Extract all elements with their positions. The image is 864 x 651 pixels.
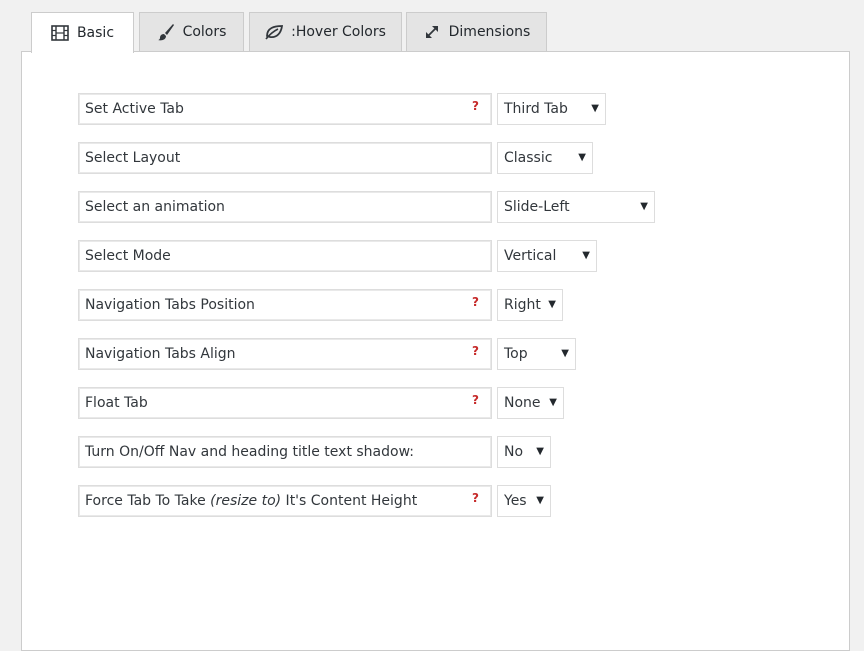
tab-basic-label: Basic (76, 25, 115, 41)
select-value: No (504, 444, 524, 460)
setting-label-box: Force Tab To Take (resize to) It's Conte… (78, 485, 492, 517)
select-value: Top (504, 346, 528, 362)
select-value: Vertical (504, 248, 557, 264)
setting-label-box: Select Layout (78, 142, 492, 174)
select-value: Third Tab (504, 101, 568, 117)
leaf-icon (265, 23, 284, 41)
setting-label: Set Active Tab (85, 101, 184, 117)
float-tab-select[interactable]: None ▼ (497, 387, 564, 419)
chevron-down-icon: ▼ (536, 495, 544, 506)
setting-label: Select Mode (85, 248, 171, 264)
tab-hover-colors-label: :Hover Colors (291, 24, 386, 40)
tab-dimensions-label: Dimensions (448, 24, 531, 40)
mode-select[interactable]: Vertical ▼ (497, 240, 597, 272)
setting-label-box: Navigation Tabs Position ? (78, 289, 492, 321)
setting-label-suffix: It's Content Height (281, 493, 418, 509)
help-icon[interactable]: ? (472, 99, 479, 113)
text-shadow-select[interactable]: No ▼ (497, 436, 551, 468)
nav-align-select[interactable]: Top ▼ (497, 338, 576, 370)
chevron-down-icon: ▼ (640, 201, 648, 212)
tab-hover-colors[interactable]: :Hover Colors (249, 12, 402, 51)
film-icon (51, 24, 69, 42)
tab-bar: Basic Colors :Hover Colors Dimensions (0, 0, 864, 53)
tab-colors[interactable]: Colors (139, 12, 244, 51)
setting-label-box: Turn On/Off Nav and heading title text s… (78, 436, 492, 468)
help-icon[interactable]: ? (472, 344, 479, 358)
chevron-down-icon: ▼ (591, 103, 599, 114)
paint-brush-icon (157, 23, 175, 41)
active-tab-select[interactable]: Third Tab ▼ (497, 93, 606, 125)
chevron-down-icon: ▼ (548, 299, 556, 310)
setting-label: Select an animation (85, 199, 225, 215)
select-value: Yes (504, 493, 527, 509)
setting-label-prefix: Force Tab To Take (85, 493, 211, 509)
setting-label-box: Navigation Tabs Align ? (78, 338, 492, 370)
setting-label: Float Tab (85, 395, 148, 411)
setting-label: Navigation Tabs Position (85, 297, 255, 313)
chevron-down-icon: ▼ (549, 397, 557, 408)
tab-colors-label: Colors (182, 24, 227, 40)
help-icon[interactable]: ? (472, 295, 479, 309)
chevron-down-icon: ▼ (561, 348, 569, 359)
expand-arrows-icon (423, 23, 441, 41)
layout-select[interactable]: Classic ▼ (497, 142, 593, 174)
tab-dimensions[interactable]: Dimensions (406, 12, 547, 51)
nav-position-select[interactable]: Right ▼ (497, 289, 563, 321)
select-value: Right (504, 297, 541, 313)
setting-label: Navigation Tabs Align (85, 346, 236, 362)
help-icon[interactable]: ? (472, 491, 479, 505)
setting-label: Select Layout (85, 150, 181, 166)
setting-label-box: Set Active Tab ? (78, 93, 492, 125)
setting-label: Turn On/Off Nav and heading title text s… (85, 444, 414, 460)
content-height-select[interactable]: Yes ▼ (497, 485, 551, 517)
help-icon[interactable]: ? (472, 393, 479, 407)
tab-basic[interactable]: Basic (31, 12, 134, 53)
select-value: Slide-Left (504, 199, 570, 215)
setting-label-box: Float Tab ? (78, 387, 492, 419)
select-value: Classic (504, 150, 553, 166)
setting-label: Force Tab To Take (resize to) It's Conte… (85, 493, 417, 509)
chevron-down-icon: ▼ (582, 250, 590, 261)
select-value: None (504, 395, 541, 411)
chevron-down-icon: ▼ (578, 152, 586, 163)
setting-label-box: Select an animation (78, 191, 492, 223)
animation-select[interactable]: Slide-Left ▼ (497, 191, 655, 223)
chevron-down-icon: ▼ (536, 446, 544, 457)
setting-label-box: Select Mode (78, 240, 492, 272)
setting-label-italic: (resize to) (210, 493, 282, 509)
